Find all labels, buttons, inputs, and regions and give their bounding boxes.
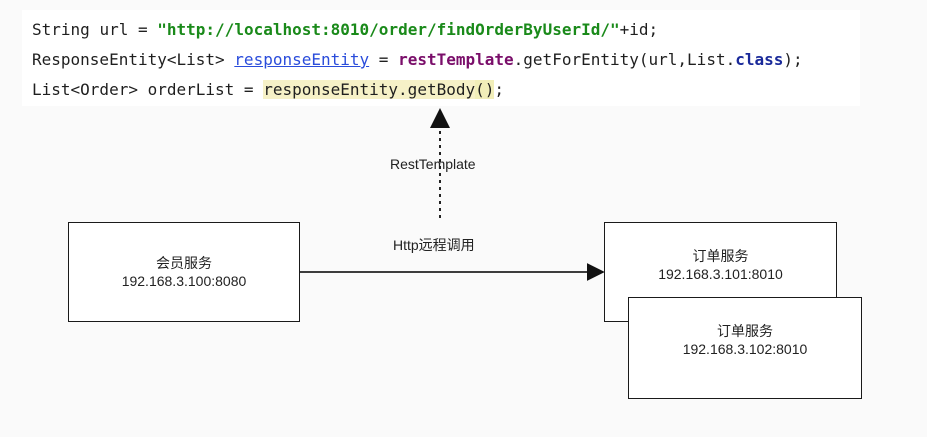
- member-service-name: 会员服务: [156, 255, 212, 271]
- order-service-box-2: 订单服务 192.168.3.102:8010: [628, 297, 862, 399]
- rest-template-label: RestTemplate: [390, 156, 476, 172]
- member-service-address: 192.168.3.100:8080: [121, 273, 247, 289]
- order-service-1-name: 订单服务: [692, 248, 749, 264]
- http-call-label: Http远程调用: [393, 237, 475, 253]
- order-service-2-address: 192.168.3.102:8010: [682, 341, 808, 357]
- order-service-1-address: 192.168.3.101:8010: [658, 266, 783, 282]
- member-service-box: 会员服务 192.168.3.100:8080: [68, 222, 300, 322]
- order-service-2-name: 订单服务: [717, 323, 773, 339]
